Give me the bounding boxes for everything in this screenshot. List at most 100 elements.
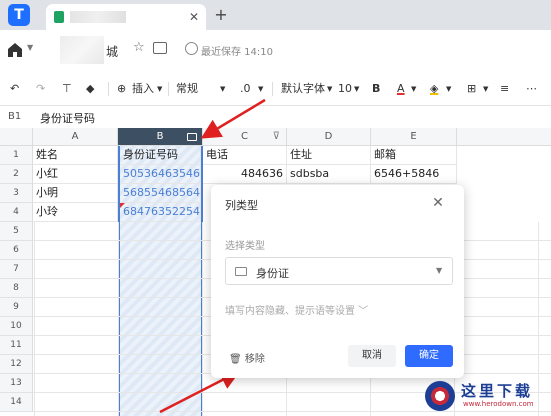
- number-format-select[interactable]: 常规: [176, 81, 198, 97]
- column-header-c-label: C: [241, 131, 248, 142]
- table-header-cell[interactable]: 电话: [203, 146, 287, 165]
- row-header[interactable]: 8: [0, 279, 33, 298]
- toolbar-divider: [272, 82, 273, 96]
- chevron-down-icon[interactable]: ▼: [354, 81, 359, 97]
- trash-icon: 🗑: [229, 354, 242, 365]
- filter-icon[interactable]: ⊽: [273, 128, 280, 146]
- row-header[interactable]: 12: [0, 355, 33, 374]
- remove-label: 移除: [244, 354, 265, 365]
- row-header[interactable]: 9: [0, 298, 33, 317]
- close-icon[interactable]: ✕: [186, 9, 202, 25]
- watermark-text: 这里下载: [461, 382, 534, 400]
- formula-input[interactable]: 身份证号码: [40, 110, 95, 126]
- id-card-icon: [235, 267, 247, 276]
- app-window: T ✕ + ▼ 城 ☆ 最近保存 14:10 ↶ ↷ ⊤ ◆ ⊕ 插入 ▼ 常规…: [0, 0, 551, 416]
- chevron-down-icon[interactable]: ▼: [483, 81, 488, 97]
- align-icon[interactable]: ≡: [500, 81, 509, 97]
- row-header[interactable]: 1: [0, 146, 33, 165]
- more-icon[interactable]: ⋯: [526, 81, 537, 97]
- font-size-select[interactable]: 10: [338, 81, 352, 97]
- font-family-select[interactable]: 默认字体: [281, 81, 325, 97]
- plus-circle-icon: ⊕: [117, 82, 127, 95]
- table-cell[interactable]: 小玲: [33, 203, 118, 222]
- home-icon[interactable]: [6, 41, 24, 59]
- save-status: 最近保存 14:10: [201, 47, 273, 58]
- sheet-icon: [54, 11, 64, 23]
- title-bar: ▼ 城 ☆ 最近保存 14:10: [0, 30, 551, 70]
- type-select-value: 身份证: [256, 267, 289, 280]
- cancel-button[interactable]: 取消: [348, 345, 396, 367]
- table-header-cell[interactable]: 身份证号码: [120, 146, 201, 165]
- cell-reference[interactable]: B1: [8, 111, 21, 122]
- row-header[interactable]: 4: [0, 203, 33, 222]
- dialog-title: 列类型: [225, 199, 258, 212]
- star-icon[interactable]: ☆: [133, 41, 147, 55]
- row-header[interactable]: 10: [0, 317, 33, 336]
- chevron-down-icon[interactable]: ▼: [220, 81, 225, 97]
- column-header-c[interactable]: C ⊽: [203, 128, 287, 146]
- chevron-down-icon[interactable]: ▼: [327, 81, 332, 97]
- table-cell[interactable]: 50536463546833: [120, 165, 201, 184]
- undo-icon[interactable]: ↶: [10, 81, 19, 97]
- row-header[interactable]: 3: [0, 184, 33, 203]
- chevron-down-icon[interactable]: ▼: [411, 81, 416, 97]
- table-cell[interactable]: 56855468564656: [120, 184, 201, 203]
- column-type-icon[interactable]: [187, 133, 197, 141]
- table-header-cell[interactable]: 姓名: [33, 146, 118, 165]
- table-header-cell[interactable]: 住址: [287, 146, 371, 165]
- site-watermark: 这里下载 www.herodown.com: [425, 378, 551, 416]
- eraser-icon[interactable]: ◆: [86, 81, 94, 97]
- add-tab-icon[interactable]: +: [212, 6, 230, 24]
- document-tab[interactable]: ✕: [46, 4, 206, 30]
- bold-icon[interactable]: B: [372, 81, 380, 97]
- select-all-corner[interactable]: [0, 128, 33, 146]
- row-header[interactable]: 11: [0, 336, 33, 355]
- app-logo-icon[interactable]: T: [8, 4, 30, 26]
- doc-title[interactable]: 城: [106, 43, 118, 60]
- row-header[interactable]: 2: [0, 165, 33, 184]
- column-header-b-label: B: [156, 131, 164, 142]
- chevron-down-icon[interactable]: ▼: [27, 43, 33, 52]
- border-icon[interactable]: ⊞: [467, 81, 476, 97]
- toolbar: ↶ ↷ ⊤ ◆ ⊕ 插入 ▼ 常规 ▼ .0 ▼ 默认字体 ▼ 10 ▼ B A…: [0, 74, 551, 104]
- close-icon[interactable]: ✕: [429, 194, 447, 212]
- chevron-down-icon: ▼: [436, 266, 443, 275]
- toolbar-divider: [168, 82, 169, 96]
- chevron-down-icon[interactable]: ▼: [446, 81, 451, 97]
- tab-strip: T ✕ +: [0, 0, 551, 30]
- table-cell[interactable]: 6546+5846: [371, 165, 457, 184]
- fill-color-icon[interactable]: ◈: [430, 81, 438, 97]
- table-cell[interactable]: 484636: [203, 165, 287, 184]
- row-header[interactable]: 6: [0, 241, 33, 260]
- advanced-settings-toggle[interactable]: 填写内容隐藏、提示语等设置 ﹀: [225, 302, 368, 317]
- row-header[interactable]: 7: [0, 260, 33, 279]
- remove-button[interactable]: 🗑 移除: [229, 350, 265, 365]
- column-type-dialog: 列类型 ✕ 选择类型 身份证 ▼ 填写内容隐藏、提示语等设置 ﹀ 🗑 移除 取消…: [211, 185, 464, 378]
- column-header-a[interactable]: A: [33, 128, 118, 146]
- type-select[interactable]: 身份证 ▼: [225, 257, 453, 285]
- formula-bar: B1 身份证号码: [0, 105, 551, 129]
- row-header[interactable]: 14: [0, 393, 33, 412]
- row-header[interactable]: 5: [0, 222, 33, 241]
- font-color-icon[interactable]: A: [397, 81, 405, 97]
- insert-button[interactable]: 插入: [132, 81, 154, 97]
- column-header-b[interactable]: B: [118, 128, 203, 146]
- toolbar-divider: [108, 82, 109, 96]
- column-header-empty: [457, 128, 551, 146]
- folder-icon[interactable]: [153, 42, 167, 54]
- watermark-url: www.herodown.com: [463, 400, 534, 408]
- table-cell[interactable]: 小红: [33, 165, 118, 184]
- column-header-e[interactable]: E: [371, 128, 457, 146]
- redo-icon[interactable]: ↷: [36, 81, 45, 97]
- table-cell[interactable]: 68476352254656: [120, 203, 201, 222]
- table-header-cell[interactable]: 邮箱: [371, 146, 457, 165]
- chevron-down-icon[interactable]: ▼: [258, 81, 263, 97]
- chevron-down-icon[interactable]: ▼: [157, 81, 162, 97]
- decimal-button[interactable]: .0: [240, 81, 251, 97]
- table-cell[interactable]: 小明: [33, 184, 118, 203]
- ok-button[interactable]: 确定: [405, 345, 453, 367]
- table-cell[interactable]: sdbsba: [287, 165, 371, 184]
- column-header-d[interactable]: D: [287, 128, 371, 146]
- format-painter-icon[interactable]: ⊤: [62, 81, 72, 97]
- row-header[interactable]: 13: [0, 374, 33, 393]
